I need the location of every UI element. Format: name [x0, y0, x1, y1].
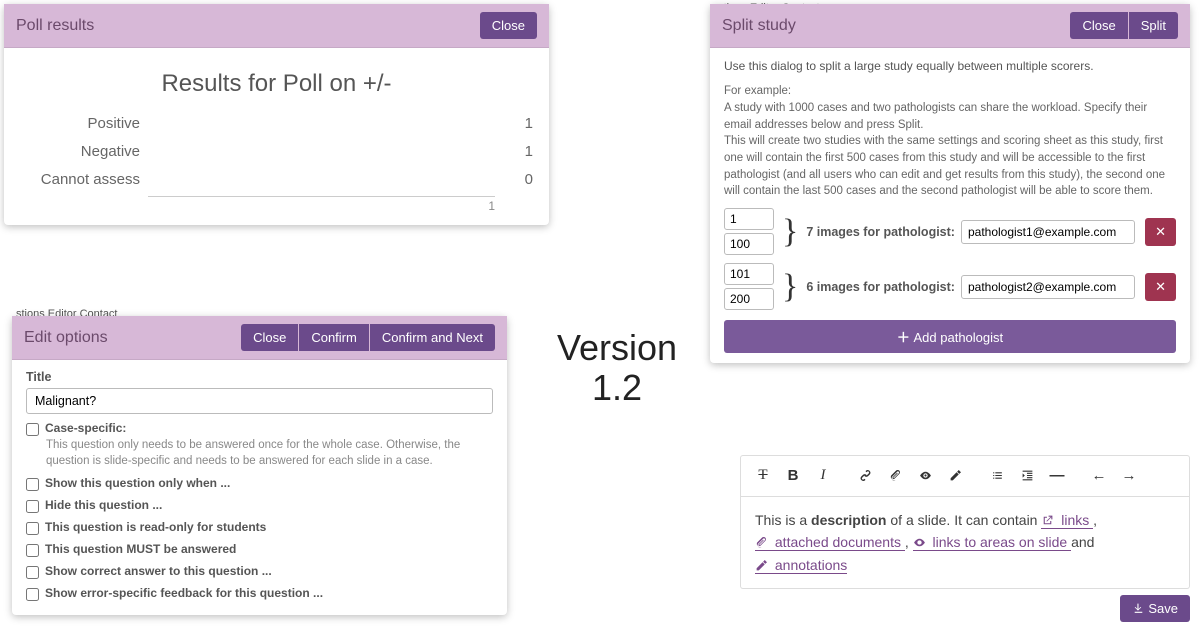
close-button[interactable]: Close	[1070, 12, 1127, 39]
split-study-dialog: Split study Close Split Use this dialog …	[710, 4, 1190, 363]
editor-content[interactable]: This is a description of a slide. It can…	[740, 497, 1190, 589]
editor-toolbar: T B I — ← →	[740, 455, 1190, 497]
poll-header: Poll results Close	[4, 4, 549, 48]
option-row: Show this question only when ...	[26, 476, 493, 491]
option-row: Show correct answer to this question ...	[26, 564, 493, 579]
option-checkbox[interactable]	[26, 500, 39, 513]
link-icon[interactable]	[851, 462, 879, 490]
attachment-icon[interactable]	[881, 462, 909, 490]
link-links[interactable]: links	[1041, 512, 1093, 529]
edit-title: Edit options	[24, 329, 108, 347]
range-to-input[interactable]	[724, 288, 774, 310]
close-button[interactable]: Close	[480, 12, 537, 39]
pathologist-row: } 7 images for pathologist: ✕	[724, 208, 1176, 255]
clear-format-icon[interactable]: T	[749, 462, 777, 490]
case-specific-checkbox[interactable]	[26, 423, 39, 436]
split-button[interactable]: Split	[1129, 12, 1178, 39]
plus-icon: ＋	[897, 330, 914, 345]
poll-row-label: Cannot assess	[20, 171, 140, 188]
option-row: This question is read-only for students	[26, 520, 493, 535]
option-row: This question MUST be answered	[26, 542, 493, 557]
split-help-2: This will create two studies with the sa…	[724, 133, 1176, 200]
close-button[interactable]: Close	[241, 324, 298, 351]
confirm-next-button[interactable]: Confirm and Next	[370, 324, 495, 351]
brace-icon: }	[782, 273, 798, 300]
option-label: Hide this question ...	[45, 498, 162, 512]
edit-header: Edit options Close Confirm Confirm and N…	[12, 316, 507, 360]
split-header: Split study Close Split	[710, 4, 1190, 48]
range-count-label: 7 images for pathologist:	[806, 223, 955, 241]
option-checkbox[interactable]	[26, 544, 39, 557]
option-row: Show error-specific feedback for this qu…	[26, 586, 493, 601]
save-button[interactable]: Save	[1120, 595, 1190, 622]
option-label: This question is read-only for students	[45, 520, 266, 534]
undo-arrow-icon[interactable]: ←	[1085, 462, 1113, 490]
pathologist-email-input[interactable]	[961, 275, 1135, 299]
range-from-input[interactable]	[724, 263, 774, 285]
poll-row: Negative 1	[20, 140, 533, 162]
eye-icon[interactable]	[911, 462, 939, 490]
add-pathologist-button[interactable]: ＋ Add pathologist	[724, 320, 1176, 353]
option-row: Hide this question ...	[26, 498, 493, 513]
description-editor: T B I — ← → This is a description of a s…	[740, 455, 1190, 622]
remove-pathologist-button[interactable]: ✕	[1145, 218, 1176, 246]
confirm-button[interactable]: Confirm	[299, 324, 369, 351]
poll-results-dialog: Poll results Close Results for Poll on +…	[4, 4, 549, 225]
poll-row-value: 1	[503, 143, 533, 160]
remove-pathologist-button[interactable]: ✕	[1145, 273, 1176, 301]
pathologist-row: } 6 images for pathologist: ✕	[724, 263, 1176, 310]
redo-arrow-icon[interactable]: →	[1115, 462, 1143, 490]
poll-heading: Results for Poll on +/-	[20, 70, 533, 98]
poll-row-value: 1	[503, 115, 533, 132]
poll-row-value: 0	[503, 171, 533, 188]
option-label: This question MUST be answered	[45, 542, 236, 556]
poll-row: Cannot assess 0	[20, 168, 533, 190]
list-icon[interactable]	[983, 462, 1011, 490]
split-help-1: A study with 1000 cases and two patholog…	[724, 100, 1176, 133]
bold-icon[interactable]: B	[779, 462, 807, 490]
link-attached[interactable]: attached documents	[755, 534, 905, 551]
brace-icon: }	[782, 218, 798, 245]
option-checkbox[interactable]	[26, 478, 39, 491]
pathologist-email-input[interactable]	[961, 220, 1135, 244]
download-icon	[1132, 602, 1145, 615]
option-label: Show error-specific feedback for this qu…	[45, 586, 323, 600]
range-to-input[interactable]	[724, 233, 774, 255]
title-input[interactable]	[26, 388, 493, 414]
split-title: Split study	[722, 17, 796, 35]
hr-icon[interactable]: —	[1043, 462, 1071, 490]
range-count-label: 6 images for pathologist:	[806, 278, 955, 296]
option-checkbox[interactable]	[26, 522, 39, 535]
option-checkbox[interactable]	[26, 588, 39, 601]
option-label: Show this question only when ...	[45, 476, 230, 490]
poll-title: Poll results	[16, 17, 94, 35]
case-specific-help: This question only needs to be answered …	[46, 438, 493, 469]
split-intro: Use this dialog to split a large study e…	[724, 58, 1176, 75]
edit-buttons: Close Confirm Confirm and Next	[241, 324, 495, 351]
edit-icon[interactable]	[941, 462, 969, 490]
split-example-heading: For example:	[724, 83, 1176, 100]
title-label: Title	[26, 370, 493, 384]
range-from-input[interactable]	[724, 208, 774, 230]
poll-axis-max: 1	[148, 196, 495, 213]
link-areas[interactable]: links to areas on slide	[913, 534, 1071, 551]
option-label: Show correct answer to this question ...	[45, 564, 272, 578]
option-checkbox[interactable]	[26, 566, 39, 579]
poll-row-label: Negative	[20, 143, 140, 160]
poll-row: Positive 1	[20, 112, 533, 134]
poll-row-label: Positive	[20, 115, 140, 132]
outdent-icon[interactable]	[1013, 462, 1041, 490]
edit-options-dialog: Edit options Close Confirm Confirm and N…	[12, 316, 507, 615]
italic-icon[interactable]: I	[809, 462, 837, 490]
case-specific-label: Case-specific:	[45, 421, 126, 435]
link-annotations[interactable]: annotations	[755, 557, 847, 574]
version-label: Version 1.2	[532, 328, 702, 407]
